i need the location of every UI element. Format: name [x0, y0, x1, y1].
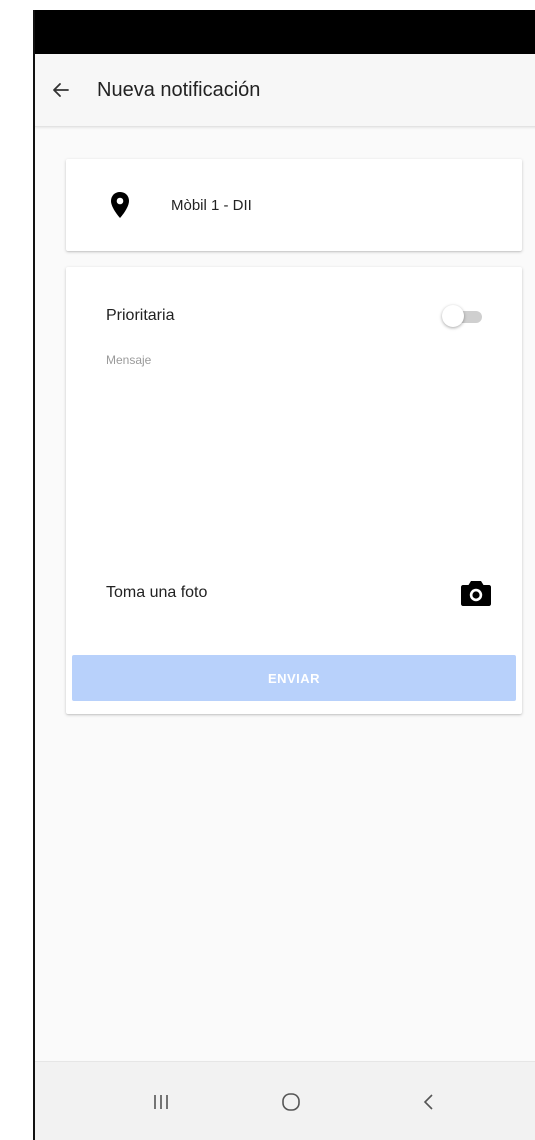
- home-icon: [282, 1093, 300, 1111]
- camera-button[interactable]: [458, 577, 494, 609]
- screen: Nueva notificación Mòbil 1 - DII Priorit…: [33, 10, 535, 1140]
- back-button[interactable]: [41, 70, 81, 110]
- phone-device: Nueva notificación Mòbil 1 - DII Priorit…: [0, 0, 535, 1140]
- app-bar: Nueva notificación: [35, 54, 535, 127]
- message-input[interactable]: [106, 353, 486, 553]
- arrow-left-icon: [53, 83, 69, 97]
- priority-label: Prioritaria: [106, 307, 175, 324]
- home-button[interactable]: [271, 1082, 311, 1122]
- location-label: Mòbil 1 - DII: [171, 196, 252, 214]
- device-bezel: [0, 0, 33, 1140]
- location-pin-icon: [111, 192, 129, 218]
- page-title: Nueva notificación: [97, 78, 261, 101]
- recents-button[interactable]: [141, 1082, 181, 1122]
- notification-form-card: Prioritaria Toma una foto: [66, 267, 522, 714]
- status-bar: [35, 10, 535, 54]
- system-nav-bar: [35, 1061, 535, 1140]
- toggle-thumb: [442, 305, 464, 327]
- back-chevron-icon: [423, 1094, 433, 1110]
- photo-label: Toma una foto: [106, 584, 208, 601]
- location-card[interactable]: Mòbil 1 - DII: [66, 159, 522, 251]
- priority-toggle[interactable]: [442, 303, 486, 329]
- priority-row: Prioritaria: [106, 301, 486, 331]
- camera-icon: [461, 581, 491, 606]
- recents-icon: [154, 1095, 168, 1109]
- photo-row: Toma una foto: [106, 576, 494, 610]
- nav-back-button[interactable]: [409, 1082, 449, 1122]
- send-button[interactable]: ENVIAR: [72, 655, 516, 701]
